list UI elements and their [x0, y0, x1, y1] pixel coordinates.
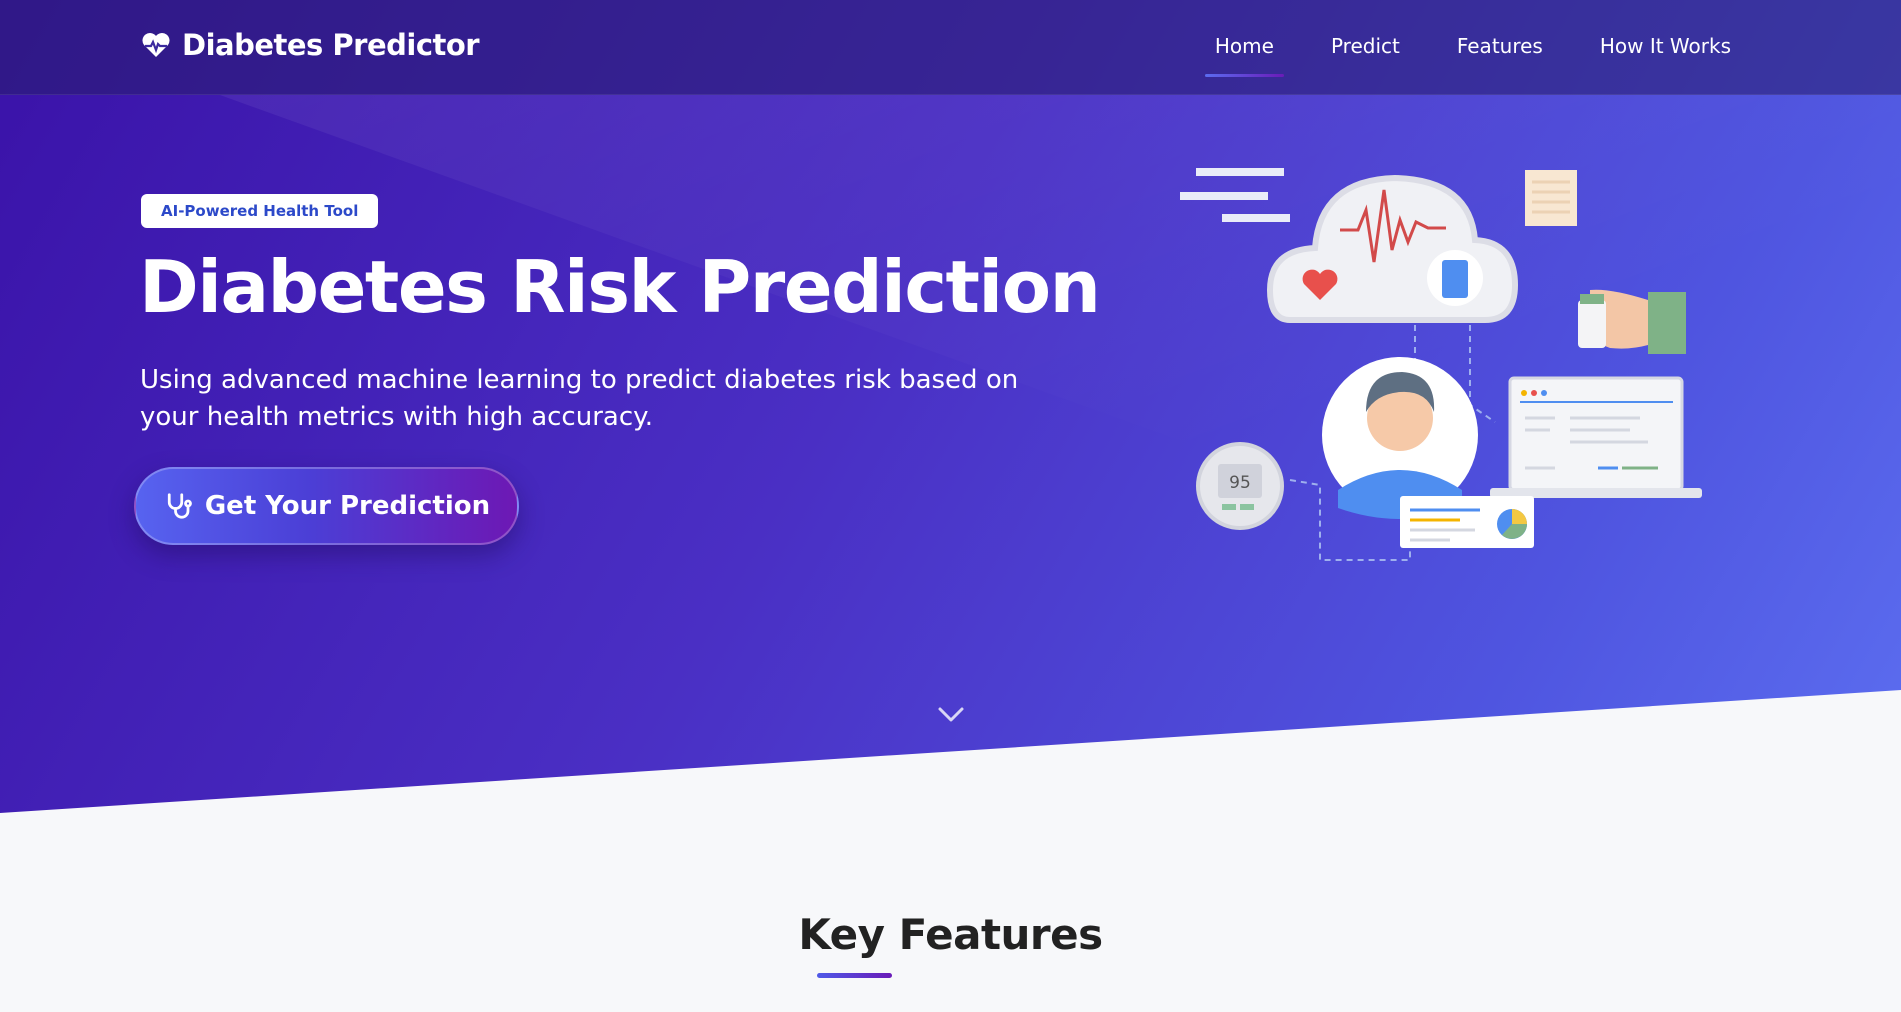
- hero-title: Diabetes Risk Prediction: [139, 245, 1101, 329]
- brand[interactable]: Diabetes Predictor: [140, 28, 480, 62]
- cloud-icon: [1266, 174, 1519, 323]
- hero-section: AI-Powered Health Tool Diabetes Risk Pre…: [0, 0, 1901, 813]
- hand-pill-icon: [1578, 289, 1686, 354]
- document-icon: [1442, 260, 1468, 298]
- key-features-title: Key Features: [798, 910, 1103, 959]
- report-card-icon: [1400, 496, 1534, 548]
- top-navbar: Diabetes Predictor Home Predict Features…: [0, 0, 1901, 95]
- motion-lines-icon: [1180, 168, 1290, 222]
- laptop-icon: [1490, 376, 1702, 498]
- hero-badge: AI-Powered Health Tool: [141, 194, 379, 228]
- main-nav: Home Predict Features How It Works: [1204, 34, 1731, 77]
- nav-home[interactable]: Home: [1204, 34, 1285, 77]
- nav-predict[interactable]: Predict: [1331, 34, 1400, 66]
- hero-subtitle: Using advanced machine learning to predi…: [140, 365, 1019, 432]
- chevron-down-icon[interactable]: [937, 706, 965, 724]
- nav-features[interactable]: Features: [1457, 34, 1543, 66]
- heart-pulse-icon: [142, 33, 170, 57]
- health-illustration: 95: [1180, 168, 1702, 561]
- get-prediction-label: Get Your Prediction: [204, 491, 491, 521]
- gauge-value: 95: [1229, 473, 1251, 493]
- brand-name: Diabetes Predictor: [182, 28, 480, 62]
- key-features-underline: [817, 973, 892, 978]
- nav-how-it-works[interactable]: How It Works: [1600, 34, 1731, 66]
- person-avatar-icon: [1322, 357, 1478, 519]
- get-prediction-button[interactable]: Get Your Prediction: [134, 467, 519, 545]
- stethoscope-icon: [167, 493, 192, 519]
- note-icon: [1525, 170, 1577, 226]
